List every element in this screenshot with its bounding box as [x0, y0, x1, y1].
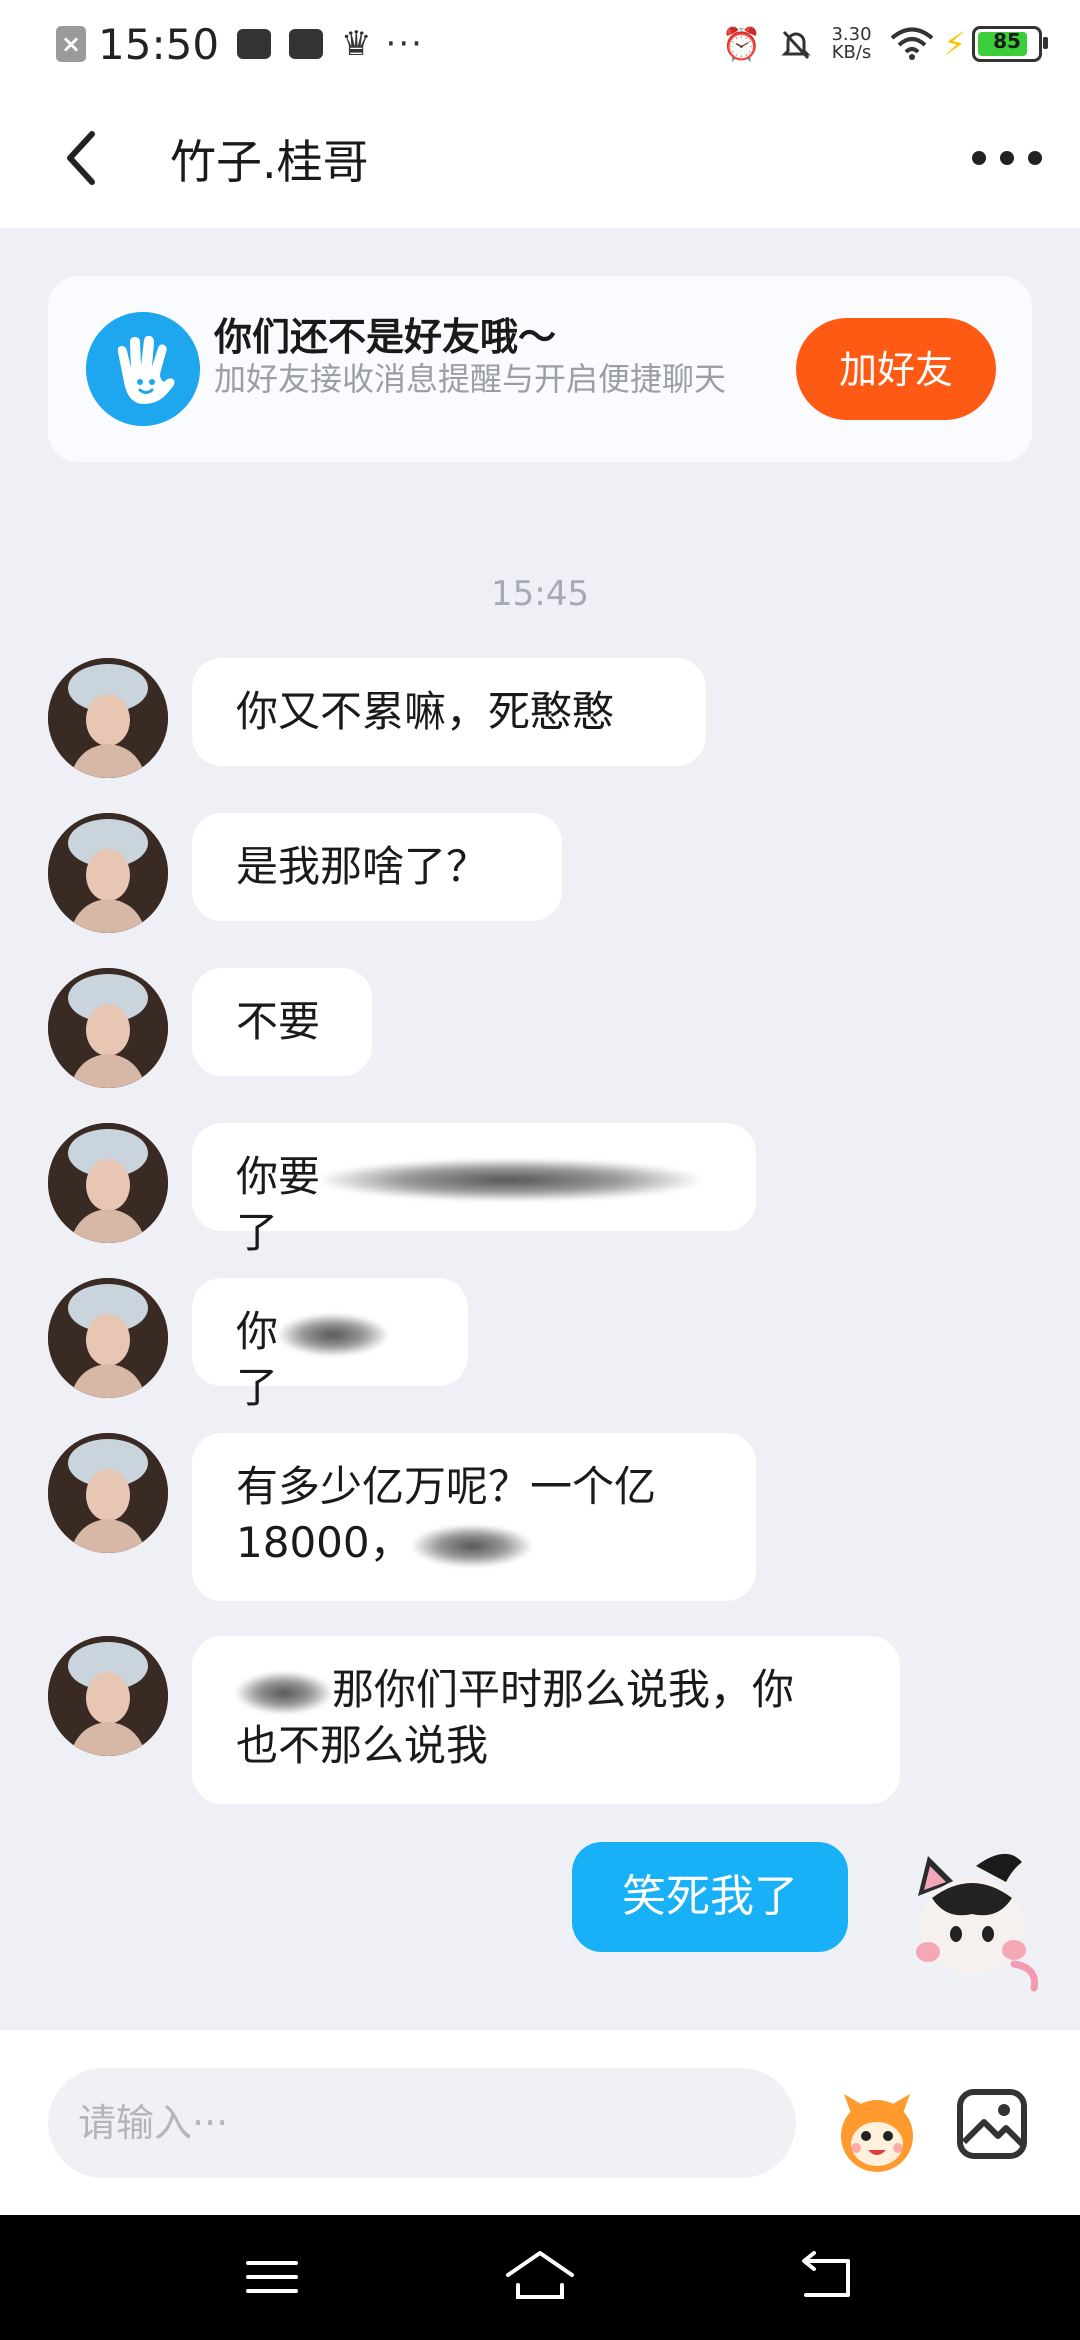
friend-notice-title: 你们还不是好友哦～ — [214, 315, 557, 359]
redacted-text — [236, 1671, 332, 1714]
status-time: 15:50 — [98, 19, 220, 69]
wifi-icon — [890, 27, 933, 60]
avatar[interactable] — [48, 1433, 168, 1553]
chat-title: 竹子.桂哥 — [170, 135, 369, 189]
message-text-start: 你要 — [236, 1152, 321, 1201]
battery-level: 85 — [993, 29, 1021, 53]
more-dot — [1028, 151, 1042, 165]
status-bar-right: ⏰ 3.30 KB/s ⚡ 85 — [704, 16, 1048, 72]
avatar[interactable] — [48, 968, 168, 1088]
crown-icon: ♛ — [341, 24, 372, 64]
message-input[interactable] — [48, 2068, 796, 2178]
charging-icon: ⚡ — [943, 25, 966, 63]
emoji-face-icon[interactable] — [832, 2086, 922, 2176]
wallet-icon — [289, 29, 324, 59]
message-bubble[interactable]: 你要了 — [192, 1123, 756, 1257]
more-dot — [1000, 151, 1014, 165]
status-bar: × 15:50 ♛ ··· ⏰ 3.30 KB/s ⚡ 85 — [0, 0, 1080, 88]
add-friend-button[interactable]: 加好友 — [796, 318, 996, 420]
message-line-2-text: 18000， — [236, 1518, 412, 1567]
menu-icon[interactable] — [232, 2245, 312, 2309]
message-line-2: 18000， — [236, 1515, 712, 1571]
message-bubble[interactable]: 那你们平时那么说我，你 也不那么说我 — [192, 1636, 900, 1804]
message-bubble[interactable]: 你了 — [192, 1278, 468, 1412]
network-speed-unit: KB/s — [831, 42, 872, 63]
network-speed: 3.30 KB/s — [831, 26, 871, 62]
waving-hand-icon — [86, 312, 200, 426]
redacted-text — [320, 1158, 701, 1201]
vivo-app-icon — [237, 29, 272, 59]
more-dot — [972, 151, 986, 165]
my-avatar[interactable] — [888, 1838, 1044, 1994]
input-bar — [0, 2030, 1080, 2215]
message-text-end: 了 — [236, 1208, 279, 1257]
alarm-icon: ⏰ — [721, 25, 762, 63]
avatar[interactable] — [48, 813, 168, 933]
message-text-end: 了 — [236, 1363, 279, 1412]
message-line-1: 那你们平时那么说我，你 — [236, 1662, 856, 1718]
back-icon[interactable] — [784, 2245, 864, 2309]
avatar[interactable] — [48, 1636, 168, 1756]
message-bubble[interactable]: 是我那啥了？ — [192, 813, 562, 921]
image-picker-icon[interactable] — [954, 2086, 1030, 2162]
chevron-left-icon[interactable] — [58, 128, 108, 188]
message-line-1-text: 那你们平时那么说我，你 — [332, 1665, 795, 1714]
mute-icon — [781, 30, 812, 60]
message-bubble[interactable]: 有多少亿万呢？一个亿 18000， — [192, 1433, 756, 1601]
more-horizontal-icon[interactable] — [972, 128, 1042, 188]
status-bar-left: × 15:50 ♛ ··· — [56, 16, 424, 72]
avatar[interactable] — [48, 658, 168, 778]
avatar[interactable] — [48, 1278, 168, 1398]
battery-icon: 85 — [972, 26, 1048, 62]
system-nav-bar — [0, 2215, 1080, 2340]
message-bubble[interactable]: 你又不累嘛，死憨憨 — [192, 658, 706, 766]
redacted-text — [278, 1313, 389, 1356]
battery-cap — [1043, 37, 1048, 49]
message-bubble[interactable]: 不要 — [192, 968, 372, 1076]
message-line-2: 也不那么说我 — [236, 1721, 489, 1770]
more-dots-icon: ··· — [385, 24, 424, 64]
home-icon[interactable] — [500, 2245, 580, 2309]
redacted-text — [411, 1524, 532, 1567]
chat-header: 竹子.桂哥 — [0, 88, 1080, 228]
friend-notice-subtitle: 加好友接收消息提醒与开启便捷聊天 — [214, 360, 727, 398]
friend-notice-card: 你们还不是好友哦～ 加好友接收消息提醒与开启便捷聊天 加好友 — [48, 276, 1032, 462]
avatar[interactable] — [48, 1123, 168, 1243]
chat-timestamp: 15:45 — [491, 574, 589, 614]
message-text-start: 你 — [236, 1307, 279, 1356]
my-message-bubble[interactable]: 笑死我了 — [572, 1842, 848, 1952]
close-notification-icon: × — [56, 26, 86, 62]
message-line-1: 有多少亿万呢？一个亿 — [236, 1462, 657, 1511]
